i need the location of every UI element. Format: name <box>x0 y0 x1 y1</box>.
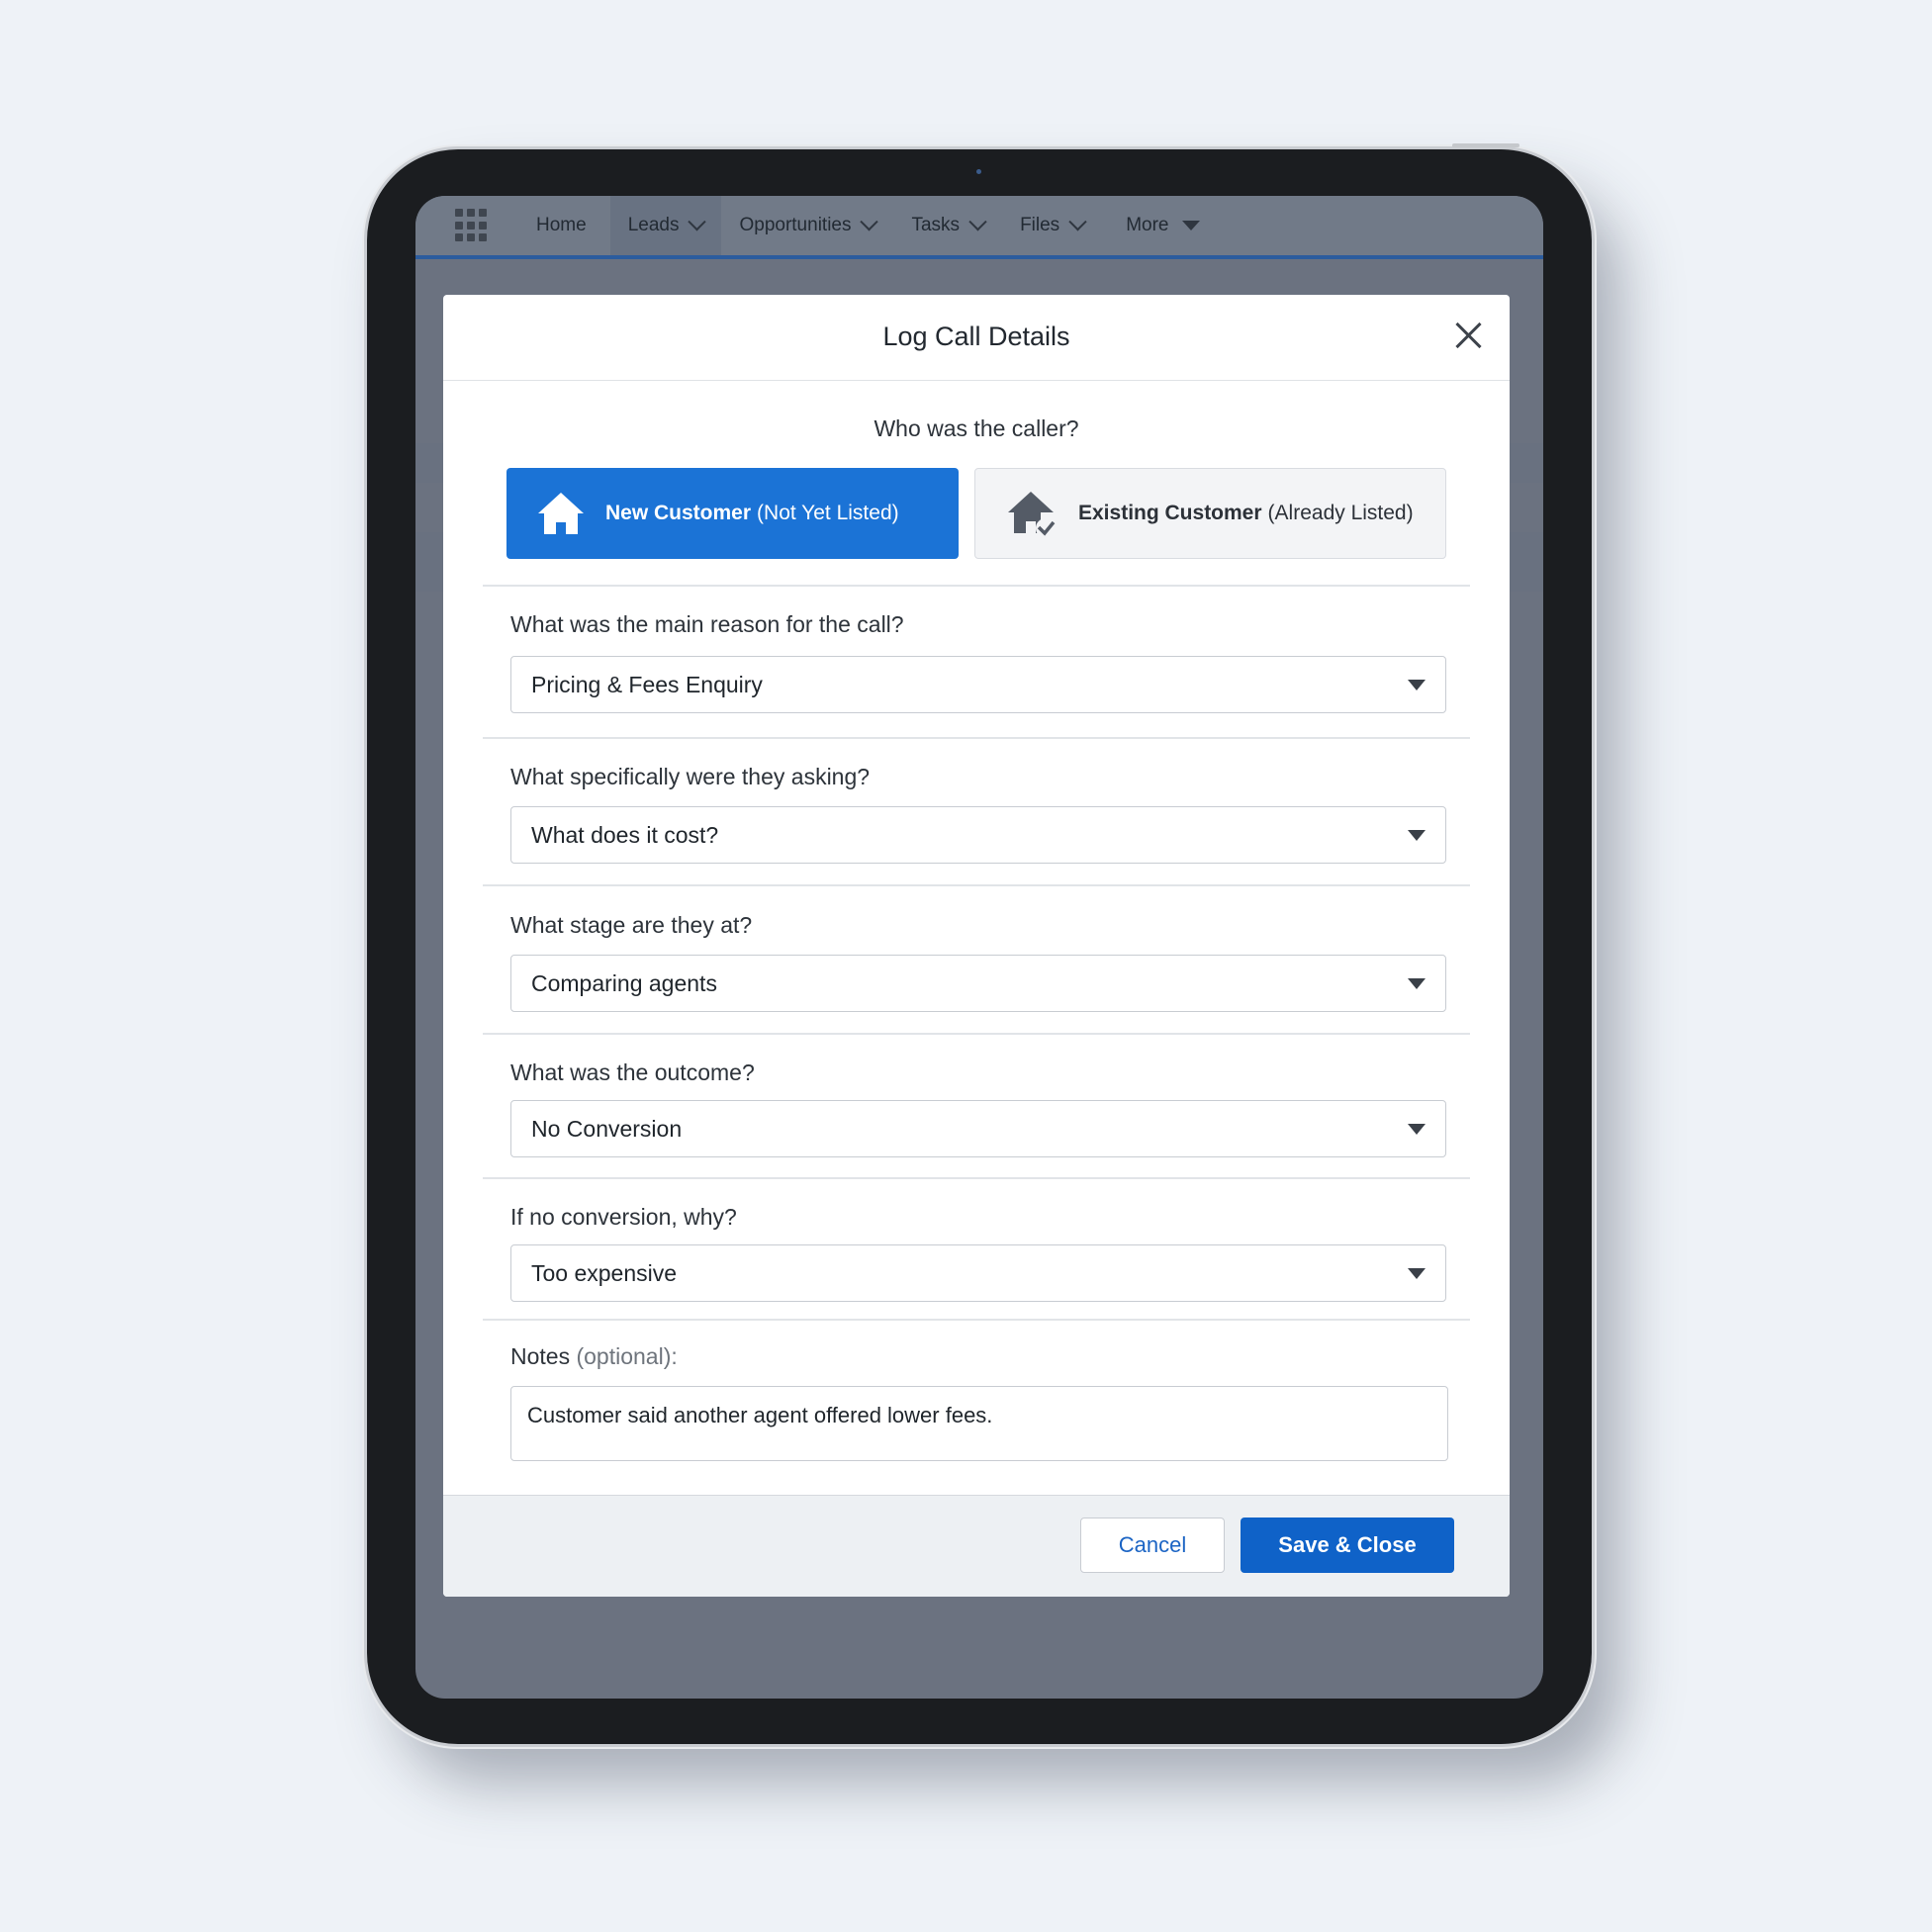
screen: Home Leads Opportunities Tasks Files Mor… <box>415 196 1543 1699</box>
caller-option-label: Existing Customer <box>1078 502 1262 524</box>
caller-option-sub: (Not Yet Listed) <box>757 502 899 524</box>
caret-down-icon <box>1408 978 1426 989</box>
nav-label: Files <box>1020 215 1060 235</box>
caller-question: Who was the caller? <box>874 415 1079 441</box>
camera <box>976 169 981 174</box>
nav-item-opportunities[interactable]: Opportunities <box>721 196 893 255</box>
no-conversion-reason-select[interactable]: Too expensive <box>510 1244 1446 1302</box>
existing-customer-button[interactable]: Existing Customer (Already Listed) <box>974 468 1446 559</box>
select-value: Too expensive <box>531 1259 678 1286</box>
reason-select[interactable]: Pricing & Fees Enquiry <box>510 656 1446 713</box>
chevron-down-icon <box>1068 212 1087 230</box>
divider <box>483 884 1470 886</box>
tablet-device: Home Leads Opportunities Tasks Files Mor… <box>367 143 1592 1744</box>
nav-label: Tasks <box>911 215 961 235</box>
notes-optional: (optional): <box>576 1343 678 1369</box>
divider <box>483 585 1470 587</box>
caret-down-icon <box>1408 1124 1426 1135</box>
caret-down-icon <box>1408 680 1426 690</box>
select-value: What does it cost? <box>531 821 719 848</box>
nav-item-home[interactable]: Home <box>518 196 604 255</box>
modal-header: Log Call Details <box>443 295 1510 381</box>
caret-down-icon <box>1408 1268 1426 1279</box>
modal-title: Log Call Details <box>882 322 1070 351</box>
field-label-reason: What was the main reason for the call? <box>510 611 904 637</box>
save-close-button[interactable]: Save & Close <box>1241 1518 1454 1573</box>
house-icon <box>538 493 584 534</box>
cancel-button[interactable]: Cancel <box>1080 1518 1225 1573</box>
house-check-icon <box>1008 492 1056 538</box>
chevron-down-icon <box>688 212 707 230</box>
notes-label: Notes (optional): <box>510 1343 678 1370</box>
notes-textarea[interactable]: Customer said another agent offered lowe… <box>510 1386 1448 1461</box>
field-label-why: If no conversion, why? <box>510 1204 737 1230</box>
log-call-modal: Log Call Details Who was the caller? New… <box>443 295 1510 1597</box>
nav-label: Leads <box>627 215 680 235</box>
chevron-down-icon <box>968 212 987 230</box>
top-navigation: Home Leads Opportunities Tasks Files Mor… <box>415 196 1543 259</box>
nav-item-leads[interactable]: Leads <box>609 196 722 255</box>
modal-footer: Cancel Save & Close <box>443 1495 1510 1597</box>
divider <box>483 1033 1470 1035</box>
field-label-outcome: What was the outcome? <box>510 1059 755 1085</box>
nav-item-more[interactable]: More <box>1108 196 1218 255</box>
app-launcher-icon[interactable] <box>455 209 489 242</box>
notes-label-text: Notes <box>510 1343 571 1369</box>
caller-option-label: New Customer <box>605 502 752 524</box>
stage-select[interactable]: Comparing agents <box>510 955 1446 1012</box>
divider <box>483 737 1470 739</box>
nav-item-files[interactable]: Files <box>1002 196 1102 255</box>
close-icon[interactable] <box>1454 321 1484 350</box>
divider <box>483 1177 1470 1179</box>
caller-option-sub: (Already Listed) <box>1267 502 1414 524</box>
asking-select[interactable]: What does it cost? <box>510 806 1446 864</box>
divider <box>483 1319 1470 1321</box>
caret-down-icon <box>1182 221 1201 230</box>
outcome-select[interactable]: No Conversion <box>510 1100 1446 1157</box>
select-value: No Conversion <box>531 1115 683 1142</box>
nav-label: Opportunities <box>739 215 852 235</box>
select-value: Pricing & Fees Enquiry <box>531 671 763 697</box>
field-label-asking: What specifically were they asking? <box>510 764 871 789</box>
nav-label: More <box>1126 215 1169 235</box>
nav-label: Home <box>536 215 587 235</box>
power-button <box>1452 143 1519 147</box>
caret-down-icon <box>1408 830 1426 841</box>
chevron-down-icon <box>860 212 879 230</box>
new-customer-button[interactable]: New Customer (Not Yet Listed) <box>506 468 959 559</box>
field-label-stage: What stage are they at? <box>510 912 753 938</box>
nav-item-tasks[interactable]: Tasks <box>893 196 1002 255</box>
select-value: Comparing agents <box>531 969 717 996</box>
